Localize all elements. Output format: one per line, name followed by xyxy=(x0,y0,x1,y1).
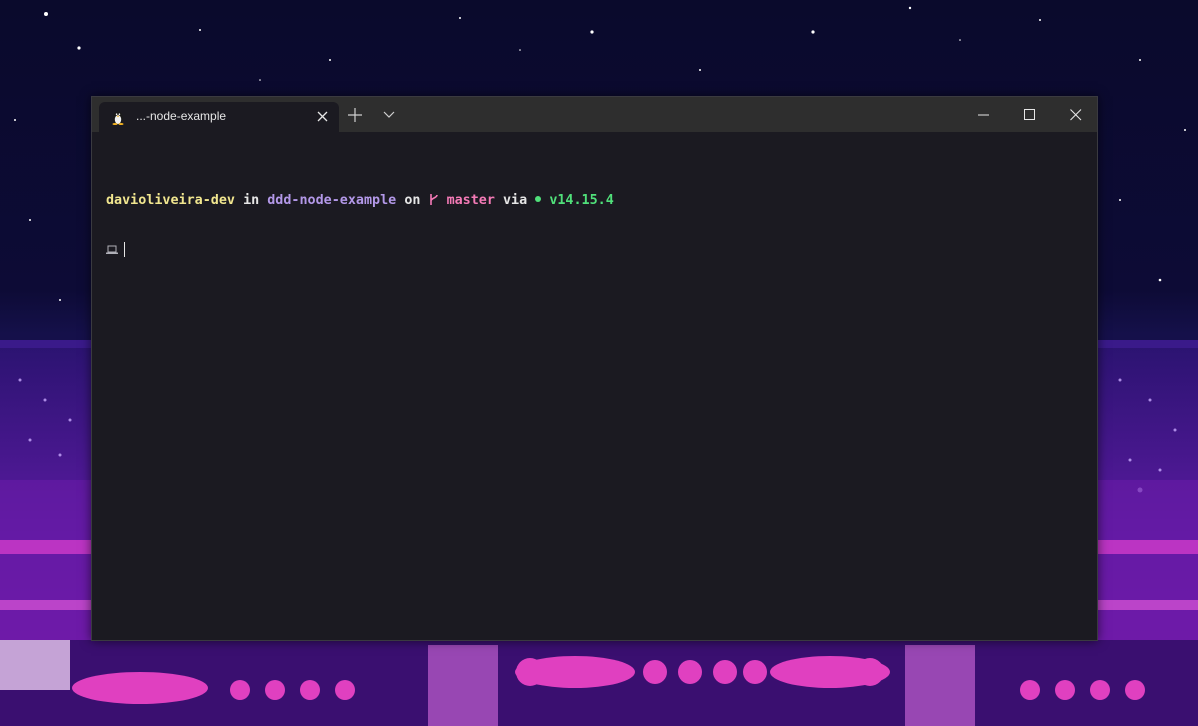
input-line[interactable] xyxy=(106,242,1087,259)
prompt-via: via xyxy=(503,193,528,208)
node-dot-icon xyxy=(535,196,542,202)
maximize-button[interactable] xyxy=(1007,97,1053,132)
chevron-down-icon[interactable] xyxy=(383,111,395,119)
close-icon xyxy=(1070,109,1082,121)
tab-terminal[interactable]: ...-node-example xyxy=(99,102,339,132)
maximize-icon xyxy=(1024,109,1035,120)
minimize-icon xyxy=(978,114,989,116)
prompt-node-version: v14.15.4 xyxy=(549,193,614,208)
prompt-in: in xyxy=(243,193,260,208)
git-branch-icon xyxy=(429,194,438,205)
text-cursor xyxy=(124,242,125,257)
prompt-user: davioliveira-dev xyxy=(106,193,235,208)
prompt-line: davioliveira-dev in ddd-node-example on … xyxy=(106,193,1087,210)
plus-icon[interactable] xyxy=(348,108,362,122)
title-bar[interactable]: ...-node-example xyxy=(92,97,1097,132)
prompt-branch: master xyxy=(446,193,495,208)
linux-penguin-icon xyxy=(112,111,124,125)
prompt-on: on xyxy=(404,193,421,208)
tab-title: ...-node-example xyxy=(136,109,227,123)
prompt-directory: ddd-node-example xyxy=(267,193,397,208)
close-window-button[interactable] xyxy=(1053,97,1099,132)
laptop-icon xyxy=(106,245,118,254)
minimize-button[interactable] xyxy=(961,97,1007,132)
close-icon[interactable] xyxy=(317,111,328,122)
terminal-window: ...-node-example davioliveira-dev in ddd… xyxy=(91,96,1098,641)
terminal-output[interactable]: davioliveira-dev in ddd-node-example on … xyxy=(106,161,1087,291)
